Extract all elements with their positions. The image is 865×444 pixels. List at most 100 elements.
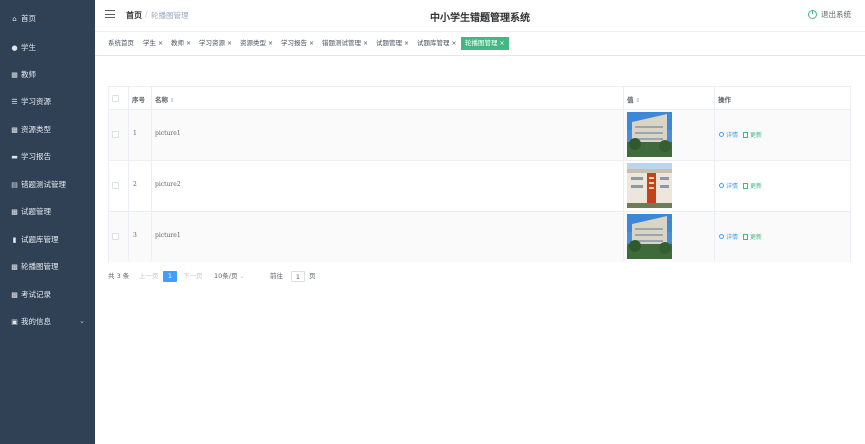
sidebar-item-label: 轮播图管理 xyxy=(21,262,59,271)
tag-label: 试题管理 xyxy=(376,39,402,47)
select-all-checkbox[interactable] xyxy=(112,95,119,102)
edit-icon xyxy=(743,233,749,240)
tag-question-mgmt[interactable]: 试题管理 × xyxy=(376,37,409,50)
detail-button[interactable]: 详情 xyxy=(719,130,738,139)
row-operations: 详情 更新 xyxy=(719,181,762,190)
tag-mistake-tests[interactable]: 错题测试管理 × xyxy=(322,37,368,50)
sidebar-item-label: 学生 xyxy=(21,43,36,52)
tag-resource-types[interactable]: 资源类型 × xyxy=(240,37,273,50)
chevron-down-icon[interactable]: ⌄ xyxy=(79,317,85,325)
sidebar-item-resource-types[interactable]: ▩ 资源类型 xyxy=(0,116,95,143)
system-title: 中小学生错题管理系统 xyxy=(430,13,530,24)
tag-teacher[interactable]: 教师 × xyxy=(171,37,191,50)
detail-button[interactable]: 详情 xyxy=(719,181,738,190)
table-row: 1 picture1 详情 更新 xyxy=(109,110,850,161)
sidebar-item-learning-resources[interactable]: ☰ 学习资源 xyxy=(0,88,95,115)
power-icon xyxy=(808,10,817,19)
sidebar-item-question-mgmt[interactable]: ▩ 试题管理 xyxy=(0,198,95,225)
page-size-select[interactable]: 10条/页 ⌄ xyxy=(214,271,245,282)
close-icon[interactable]: × xyxy=(452,40,457,47)
close-icon[interactable]: × xyxy=(309,40,314,47)
column-header-value[interactable]: 值 ⇕ xyxy=(627,94,640,104)
sidebar-item-label: 学习资源 xyxy=(21,97,51,106)
column-name-label: 名称 xyxy=(155,96,168,104)
update-button[interactable]: 更新 xyxy=(743,232,762,241)
column-header-ops: 操作 xyxy=(718,96,731,104)
column-header-name[interactable]: 名称 ⇕ xyxy=(155,94,175,104)
sidebar-item-label: 资源类型 xyxy=(21,125,51,134)
close-icon[interactable]: × xyxy=(158,40,163,47)
carousel-image-thumbnail[interactable] xyxy=(627,112,672,157)
update-button[interactable]: 更新 xyxy=(743,181,762,190)
logout-label: 退出系统 xyxy=(821,10,851,19)
home-icon: ⌂ xyxy=(12,14,17,23)
tag-student[interactable]: 学生 × xyxy=(143,37,163,50)
tag-learning-resources[interactable]: 学习资源 × xyxy=(199,37,232,50)
sidebar-item-label: 首页 xyxy=(21,14,36,23)
tag-question-bank[interactable]: 试题库管理 × xyxy=(417,37,457,50)
row-checkbox[interactable] xyxy=(112,233,119,240)
sidebar-item-exam-records[interactable]: ▩ 考试记录 xyxy=(0,281,95,308)
detail-button[interactable]: 详情 xyxy=(719,232,738,241)
row-checkbox[interactable] xyxy=(112,182,119,189)
tag-label: 轮播图管理 xyxy=(465,39,498,47)
close-icon[interactable]: × xyxy=(363,40,368,47)
sidebar-item-mistake-tests[interactable]: ▤ 错题测试管理 xyxy=(0,171,95,198)
page-number-current[interactable]: 1 xyxy=(163,271,177,282)
row-name: picture1 xyxy=(155,130,181,137)
search-icon xyxy=(719,234,724,239)
tag-label: 学生 xyxy=(143,39,156,47)
sidebar-item-teacher[interactable]: ▦ 教师 xyxy=(0,61,95,88)
row-index: 2 xyxy=(133,181,137,188)
column-divider xyxy=(128,87,129,261)
sort-icon[interactable]: ⇕ xyxy=(636,98,641,104)
tag-home[interactable]: 系统首页 xyxy=(108,37,134,50)
sidebar-item-question-bank[interactable]: ▮ 试题库管理 xyxy=(0,226,95,253)
goto-page-input[interactable]: 1 xyxy=(291,271,305,282)
sidebar-item-home[interactable]: ⌂ 首页 xyxy=(0,5,95,32)
sidebar-item-label: 教师 xyxy=(21,70,36,79)
goto-suffix: 页 xyxy=(309,272,316,280)
table-row: 2 picture2 详情 更新 xyxy=(109,161,850,212)
carousel-image-thumbnail[interactable] xyxy=(627,214,672,259)
close-icon[interactable]: × xyxy=(186,40,191,47)
tag-learning-report[interactable]: 学习报告 × xyxy=(281,37,314,50)
row-name: picture1 xyxy=(155,232,181,239)
detail-label: 详情 xyxy=(726,183,739,190)
sidebar-item-student[interactable]: ● 学生 xyxy=(0,34,95,61)
tag-label: 学习资源 xyxy=(199,39,225,47)
update-button[interactable]: 更新 xyxy=(743,130,762,139)
sidebar-item-carousel[interactable]: ▩ 轮播图管理 xyxy=(0,253,95,280)
row-checkbox[interactable] xyxy=(112,131,119,138)
row-index: 1 xyxy=(133,130,137,137)
tag-label: 学习报告 xyxy=(281,39,307,47)
close-icon[interactable]: × xyxy=(227,40,232,47)
logout-button[interactable]: 退出系统 xyxy=(808,9,851,20)
carousel-image-thumbnail[interactable] xyxy=(627,163,672,208)
close-icon[interactable]: × xyxy=(268,40,273,47)
chevron-down-icon: ⌄ xyxy=(239,272,245,280)
row-index: 3 xyxy=(133,232,137,239)
column-header-index: 序号 xyxy=(132,96,145,104)
search-icon xyxy=(719,183,724,188)
close-icon[interactable]: × xyxy=(404,40,409,47)
chart-icon: ▮ xyxy=(12,235,17,244)
column-divider xyxy=(714,87,715,261)
prev-page-button[interactable]: 上一页 xyxy=(139,271,159,282)
sidebar-item-my-info[interactable]: ▣ 我的信息 ⌄ xyxy=(0,308,95,335)
close-icon[interactable]: × xyxy=(500,40,505,47)
sort-icon[interactable]: ⇕ xyxy=(170,98,175,104)
sidebar-item-label: 试题管理 xyxy=(21,207,51,216)
edit-icon xyxy=(743,131,749,138)
edit-icon xyxy=(743,182,749,189)
detail-label: 详情 xyxy=(726,234,739,241)
sidebar-item-label: 试题库管理 xyxy=(21,235,59,244)
column-value-label: 值 xyxy=(627,96,634,104)
update-label: 更新 xyxy=(750,132,763,139)
sidebar-item-label: 我的信息 xyxy=(21,317,51,326)
tag-carousel-active[interactable]: 轮播图管理 × xyxy=(461,37,509,50)
sidebar-item-learning-report[interactable]: ▬ 学习报告 xyxy=(0,143,95,170)
update-label: 更新 xyxy=(750,234,763,241)
next-page-button[interactable]: 下一页 xyxy=(183,271,203,282)
sidebar-item-label: 学习报告 xyxy=(21,152,51,161)
